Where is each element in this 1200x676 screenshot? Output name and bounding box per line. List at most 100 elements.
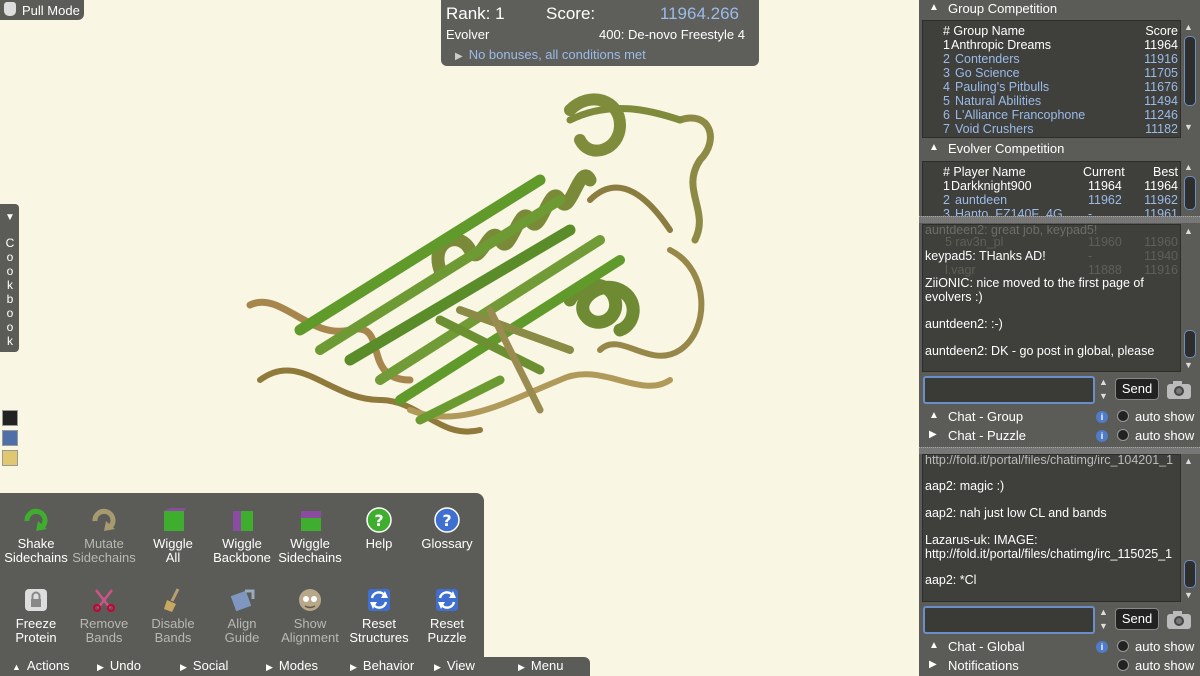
global-chat-input[interactable] bbox=[923, 606, 1095, 634]
cookbook-tab[interactable]: ▼ Cookbook bbox=[0, 204, 19, 352]
tab-chat-group[interactable]: ▲ Chat - Group i auto show bbox=[919, 408, 1200, 426]
camera-icon[interactable] bbox=[1165, 608, 1193, 632]
tool-wiggle-backbone-button[interactable]: Wiggle Backbone bbox=[207, 507, 277, 565]
info-icon[interactable]: i bbox=[1096, 641, 1108, 653]
chat-text: DK - go post in global, please bbox=[987, 344, 1155, 358]
menu-actions[interactable]: ▲ Actions bbox=[12, 658, 70, 673]
group-chat-input[interactable] bbox=[923, 376, 1095, 404]
pull-mode-button[interactable]: Pull Mode bbox=[0, 0, 84, 20]
global-chat-scrollbar[interactable]: ▲ ▼ bbox=[1181, 456, 1197, 602]
auto-show-toggle[interactable]: auto show bbox=[1117, 639, 1194, 654]
group-send-button[interactable]: Send bbox=[1115, 378, 1159, 400]
chat-user[interactable]: auntdeen2: bbox=[925, 344, 988, 358]
table-row[interactable]: 4 Pauling's Pitbulls 11676 bbox=[923, 80, 1180, 94]
info-icon[interactable]: i bbox=[1096, 430, 1108, 442]
tab-chat-global[interactable]: ▲ Chat - Global i auto show bbox=[919, 638, 1200, 656]
history-up-icon[interactable]: ▲ bbox=[1099, 607, 1108, 617]
scroll-down-icon[interactable]: ▼ bbox=[1184, 590, 1193, 600]
tool-show-alignment-button[interactable]: Show Alignment bbox=[275, 587, 345, 645]
history-up-icon[interactable]: ▲ bbox=[1099, 377, 1108, 387]
group-chat-scrollbar[interactable]: ▲ ▼ bbox=[1181, 226, 1197, 372]
menu-menu[interactable]: ▶ Menu bbox=[518, 658, 563, 673]
tool-shake-sidechains-button[interactable]: Shake Sidechains bbox=[1, 507, 71, 565]
table-row[interactable]: 5 Natural Abilities 11494 bbox=[923, 94, 1180, 108]
table-row[interactable]: 1 Anthropic Dreams 11964 bbox=[923, 38, 1180, 52]
tab-chat-puzzle[interactable]: ▶ Chat - Puzzle i auto show bbox=[919, 427, 1200, 445]
tool-remove-bands-button[interactable]: Remove Bands bbox=[69, 587, 139, 645]
chat-user[interactable]: ZiiONIC: bbox=[925, 276, 973, 290]
chat-user[interactable]: Lazarus-uk: bbox=[925, 533, 990, 547]
group-competition-table: # Group Name Score 1 Anthropic Dreams 1196… bbox=[922, 20, 1181, 138]
menu-undo[interactable]: ▶ Undo bbox=[97, 658, 141, 673]
align-icon bbox=[229, 587, 255, 613]
alignment-icon bbox=[297, 587, 323, 613]
info-icon[interactable]: i bbox=[1096, 411, 1108, 423]
score-panel: Rank: 1 Score: 11964.266 Evolver 400: De… bbox=[441, 0, 759, 66]
evolver-scrollbar[interactable]: ▲ bbox=[1181, 162, 1197, 218]
menu-view[interactable]: ▶ View bbox=[434, 658, 475, 673]
scroll-thumb[interactable] bbox=[1184, 560, 1196, 588]
table-row[interactable]: 6 L'Alliance Francophone 11246 bbox=[923, 108, 1180, 122]
panel-divider[interactable] bbox=[919, 447, 1200, 454]
menu-label: Menu bbox=[530, 658, 564, 673]
protein-view[interactable] bbox=[240, 80, 720, 460]
scroll-thumb[interactable] bbox=[1184, 176, 1196, 210]
auto-show-toggle[interactable]: auto show bbox=[1117, 658, 1194, 673]
tab-notifications[interactable]: ▶ Notifications auto show bbox=[919, 657, 1200, 675]
chat-user[interactable]: auntdeen2: bbox=[925, 317, 988, 331]
tool-align-guide-button[interactable]: Align Guide bbox=[207, 587, 277, 645]
scroll-down-icon[interactable]: ▼ bbox=[1184, 122, 1193, 132]
scroll-thumb[interactable] bbox=[1184, 36, 1196, 106]
tool-label-line2: Puzzle bbox=[427, 630, 467, 645]
scroll-up-icon[interactable]: ▲ bbox=[1184, 22, 1193, 32]
menu-behavior[interactable]: ▶ Behavior bbox=[350, 658, 414, 673]
auto-show-toggle[interactable]: auto show bbox=[1117, 409, 1194, 424]
tool-disable-bands-button[interactable]: Disable Bands bbox=[138, 587, 208, 645]
group-competition-header[interactable]: ▲ Group Competition bbox=[919, 0, 1200, 18]
evolver-competition-header[interactable]: ▲ Evolver Competition bbox=[919, 140, 1200, 158]
tool-freeze-protein-button[interactable]: Freeze Protein bbox=[1, 587, 71, 645]
tool-help-button[interactable]: ? Help bbox=[344, 507, 414, 551]
scroll-up-icon[interactable]: ▲ bbox=[1184, 226, 1193, 236]
global-send-button[interactable]: Send bbox=[1115, 608, 1159, 630]
tool-mutate-sidechains-button[interactable]: Mutate Sidechains bbox=[69, 507, 139, 565]
auto-show-label: auto show bbox=[1135, 658, 1195, 673]
tool-wiggle-sidechains-button[interactable]: Wiggle Sidechains bbox=[275, 507, 345, 565]
panel-divider[interactable] bbox=[919, 216, 1200, 223]
history-down-icon[interactable]: ▼ bbox=[1099, 391, 1108, 401]
row-best: 11964 bbox=[1144, 179, 1178, 193]
global-chat-log[interactable]: http://fold.it/portal/files/chatimg/irc_… bbox=[922, 454, 1181, 602]
table-row[interactable]: 3 Go Science 11705 bbox=[923, 66, 1180, 80]
group-chat-log[interactable]: auntdeen2: great job, keypad5! 5 rav3n_p… bbox=[922, 224, 1181, 372]
history-down-icon[interactable]: ▼ bbox=[1099, 621, 1108, 631]
scroll-thumb[interactable] bbox=[1184, 330, 1196, 358]
scroll-up-icon[interactable]: ▲ bbox=[1184, 456, 1193, 466]
table-row[interactable]: 2 auntdeen 11962 11962 bbox=[923, 193, 1180, 207]
group-scrollbar[interactable]: ▲ ▼ bbox=[1181, 22, 1197, 136]
tool-glossary-button[interactable]: ? Glossary bbox=[412, 507, 482, 551]
chat-user[interactable]: aap2: bbox=[925, 506, 956, 520]
bonus-toggle[interactable]: ▶ No bonuses, all conditions met bbox=[455, 47, 646, 62]
auto-show-toggle[interactable]: auto show bbox=[1117, 428, 1194, 443]
row-rank: 2 bbox=[943, 193, 950, 207]
menu-modes[interactable]: ▶ Modes bbox=[266, 658, 318, 673]
actions-panel: Shake Sidechains Mutate Sidechains Wiggle All… bbox=[0, 493, 484, 657]
cookbook-letter: k bbox=[7, 278, 13, 292]
tool-wiggle-all-button[interactable]: Wiggle All bbox=[138, 507, 208, 565]
pull-mode-label: Pull Mode bbox=[22, 3, 80, 18]
terminal-icon[interactable] bbox=[2, 410, 18, 426]
menu-social[interactable]: ▶ Social bbox=[180, 658, 228, 673]
recipe-icon[interactable] bbox=[2, 430, 18, 446]
scroll-down-icon[interactable]: ▼ bbox=[1184, 360, 1193, 370]
table-row[interactable]: 2 Contenders 11916 bbox=[923, 52, 1180, 66]
chat-user[interactable]: keypad5: bbox=[925, 249, 976, 263]
camera-icon[interactable] bbox=[1165, 378, 1193, 402]
notes-icon[interactable] bbox=[2, 450, 18, 466]
tool-reset-structures-button[interactable]: Reset Structures bbox=[344, 587, 414, 645]
table-row[interactable]: 1 Darkknight900 11964 11964 bbox=[923, 179, 1180, 193]
chat-user[interactable]: aap2: bbox=[925, 573, 956, 587]
scroll-up-icon[interactable]: ▲ bbox=[1184, 162, 1193, 172]
tool-reset-puzzle-button[interactable]: Reset Puzzle bbox=[412, 587, 482, 645]
chat-user[interactable]: aap2: bbox=[925, 479, 956, 493]
table-row[interactable]: 7 Void Crushers 11182 bbox=[923, 122, 1180, 136]
